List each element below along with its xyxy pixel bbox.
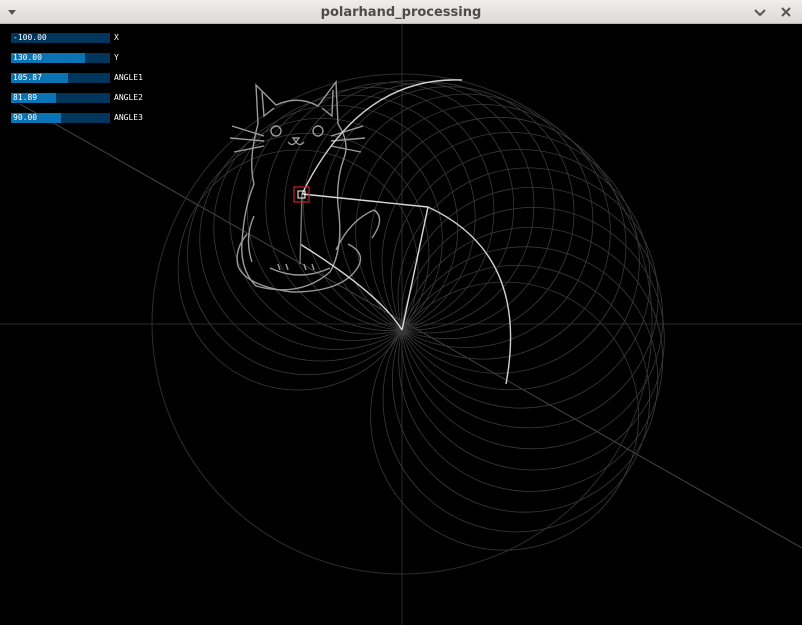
slider-angle1[interactable]: 105.87 <box>11 73 110 83</box>
swept-arcs <box>177 80 665 551</box>
slider-angle3[interactable]: 90.00 <box>11 113 110 123</box>
slider-y-value: 130.00 <box>13 53 42 62</box>
app-window: polarhand_processing -100.00 X 130.00 Y … <box>0 0 802 625</box>
sweep-circle <box>187 132 430 376</box>
minimize-icon[interactable] <box>752 4 768 20</box>
control-panel: -100.00 X 130.00 Y 105.87 ANGLE1 81.89 A… <box>11 33 191 133</box>
slider-x-value: -100.00 <box>13 33 47 42</box>
sweep-circle <box>398 226 664 492</box>
sweep-circle <box>391 246 659 513</box>
slider-x-label: X <box>114 33 119 42</box>
slider-angle3-value: 90.00 <box>13 113 38 122</box>
slider-angle1-value: 105.87 <box>13 73 42 82</box>
slider-angle2-label: ANGLE2 <box>114 93 143 102</box>
sweep-circle <box>370 281 640 551</box>
close-icon[interactable] <box>778 4 794 20</box>
window-title: polarhand_processing <box>320 5 482 20</box>
title-bar: polarhand_processing <box>0 0 802 24</box>
slider-angle1-label: ANGLE1 <box>114 73 143 82</box>
slider-angle2[interactable]: 81.89 <box>11 93 110 103</box>
slider-y-label: Y <box>114 53 119 62</box>
slider-angle3-label: ANGLE3 <box>114 113 143 122</box>
slider-x[interactable]: -100.00 <box>11 33 110 43</box>
slider-y[interactable]: 130.00 <box>11 53 110 63</box>
slider-angle2-value: 81.89 <box>13 93 38 102</box>
